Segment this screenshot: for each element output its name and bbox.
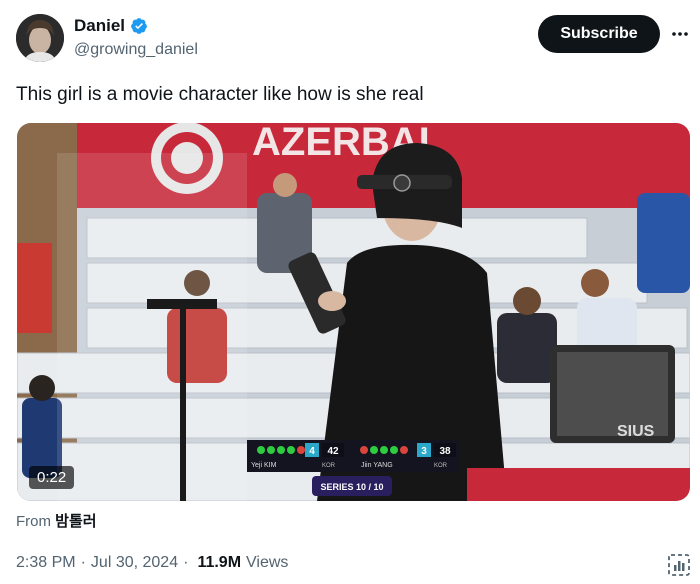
video-duration-badge: 0:22 — [29, 466, 75, 489]
monitor-brand: SIUS — [617, 423, 655, 440]
right-player-name: Jiin YANG — [361, 462, 393, 469]
tweet-date[interactable]: Jul 30, 2024 — [91, 554, 178, 572]
separator-dot: · — [183, 554, 189, 571]
source-name[interactable]: 밤톨러 — [55, 513, 96, 530]
media-source: From 밤톨러 — [16, 510, 97, 531]
tweet-meta: 2:38 PM · Jul 30, 2024 · 11.9M Views — [16, 554, 288, 572]
separator-dot: · — [80, 554, 86, 571]
left-total: 42 — [327, 446, 339, 457]
avatar[interactable] — [16, 14, 64, 62]
tweet-time[interactable]: 2:38 PM — [16, 554, 76, 572]
views-count: 11.9M — [197, 554, 242, 571]
video-frame: AZERBAI SIUS 4 42 Yeji KIM KOR 3 38 Jiin… — [17, 123, 690, 501]
author-display-name[interactable]: Daniel — [74, 16, 125, 36]
subscribe-button[interactable]: Subscribe — [538, 15, 660, 53]
left-country: KOR — [322, 463, 336, 469]
verified-badge-icon — [130, 17, 148, 35]
avatar-image — [16, 14, 64, 62]
author-handle[interactable]: @growing_daniel — [74, 41, 198, 59]
left-player-name: Yeji KIM — [251, 462, 277, 469]
author-name-row[interactable]: Daniel — [74, 16, 148, 36]
right-series-score: 3 — [421, 446, 427, 457]
series-label: SERIES 10 / 10 — [320, 482, 383, 492]
views-label: Views — [246, 554, 289, 571]
analytics-icon[interactable] — [666, 552, 692, 578]
source-prefix: From — [16, 513, 51, 530]
more-horizontal-icon[interactable] — [668, 22, 692, 46]
right-total: 38 — [439, 446, 451, 457]
tweet-text: This girl is a movie character like how … — [16, 84, 424, 105]
right-country: KOR — [434, 463, 448, 469]
video-player[interactable]: AZERBAI SIUS 4 42 Yeji KIM KOR 3 38 Jiin… — [17, 123, 690, 501]
left-series-score: 4 — [309, 446, 315, 457]
